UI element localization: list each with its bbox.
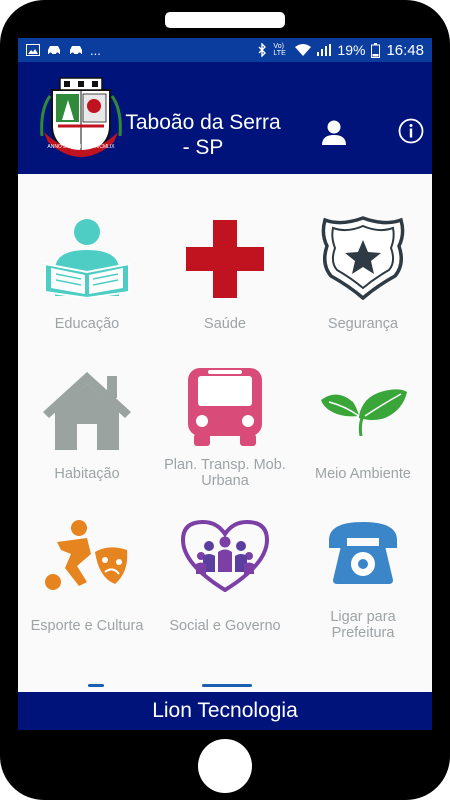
reading-person-icon bbox=[44, 219, 130, 298]
house-icon bbox=[43, 372, 131, 450]
more-notifications: ... bbox=[90, 42, 101, 58]
tile-habitacao[interactable]: Habitação bbox=[18, 354, 156, 504]
home-button[interactable] bbox=[198, 739, 252, 793]
app-header: ANNO DOMINI 1959 MCMLIX Taboão da Serra … bbox=[18, 62, 432, 174]
image-notification-icon bbox=[26, 44, 40, 56]
tile-label: Meio Ambiente bbox=[315, 466, 411, 482]
phone-speaker bbox=[165, 12, 285, 28]
notification-icons: ... bbox=[26, 43, 101, 58]
tile-label: Esporte e Cultura bbox=[30, 618, 144, 634]
battery-icon bbox=[371, 42, 381, 58]
info-icon[interactable] bbox=[398, 118, 424, 144]
tile-label-line1: Ligar para bbox=[330, 609, 396, 625]
user-profile-icon[interactable] bbox=[320, 118, 348, 146]
clock: 16:48 bbox=[386, 41, 424, 59]
car-notification-icon-2 bbox=[68, 44, 84, 56]
system-icons: Vo) LTE 19% 16:48 bbox=[258, 42, 424, 59]
tile-educacao[interactable]: Educação bbox=[18, 204, 156, 354]
red-cross-icon bbox=[186, 220, 264, 298]
tile-seguranca[interactable]: Segurança bbox=[294, 204, 432, 354]
signal-icon bbox=[317, 44, 332, 56]
phone-frame: ... Vo) LTE 19% 16:48 ANNO DOMINI 1959 M… bbox=[0, 0, 450, 800]
tile-ligar-prefeitura[interactable]: Ligar para Prefeitura bbox=[294, 506, 432, 656]
tile-label: Habitação bbox=[54, 466, 120, 482]
tile-esporte-cultura[interactable]: Esporte e Cultura bbox=[18, 506, 156, 656]
tile-transporte[interactable]: Plan. Transp. Mob. Urbana bbox=[156, 354, 294, 504]
network-type: Vo) LTE bbox=[273, 43, 286, 57]
footer-text: Lion Tecnologia bbox=[152, 699, 298, 722]
tile-label: Social e Governo bbox=[169, 618, 281, 634]
services-grid: Educação Saúde Segurança Habitação Plan.… bbox=[18, 174, 432, 692]
tile-social-governo[interactable]: Social e Governo bbox=[156, 506, 294, 656]
bus-icon bbox=[188, 368, 262, 446]
scroll-hint-left bbox=[88, 684, 104, 687]
car-notification-icon bbox=[46, 44, 62, 56]
family-heart-icon bbox=[180, 520, 270, 592]
police-badge-icon bbox=[321, 216, 405, 300]
app-title-line1: Taboão da Serra bbox=[125, 111, 281, 134]
bluetooth-icon bbox=[258, 43, 267, 57]
battery-percent: 19% bbox=[337, 42, 366, 58]
sport-culture-icon bbox=[45, 520, 128, 590]
app-screen: ... Vo) LTE 19% 16:48 ANNO DOMINI 1959 M… bbox=[18, 38, 432, 730]
scroll-hint-right bbox=[202, 684, 252, 687]
city-crest-logo: ANNO DOMINI 1959 MCMLIX bbox=[40, 77, 122, 158]
tile-label: Segurança bbox=[327, 316, 399, 332]
telephone-icon bbox=[329, 522, 397, 584]
tile-meio-ambiente[interactable]: Meio Ambiente bbox=[294, 354, 432, 504]
app-title-line2: - SP bbox=[182, 136, 224, 159]
tile-label: Educação bbox=[54, 316, 120, 332]
tile-label: Saúde bbox=[204, 316, 246, 332]
footer-brand: Lion Tecnologia bbox=[18, 692, 432, 730]
tile-label-line1: Plan. Transp. Mob. bbox=[164, 457, 286, 473]
tile-label-line2: Urbana bbox=[201, 473, 249, 489]
tile-label-line2: Prefeitura bbox=[331, 625, 395, 641]
wifi-icon bbox=[295, 44, 312, 56]
leaves-icon bbox=[321, 389, 407, 436]
status-bar: ... Vo) LTE 19% 16:48 bbox=[18, 38, 432, 62]
app-title: Taboão da Serra - SP bbox=[118, 110, 288, 160]
crest-motto: ANNO DOMINI 1959 MCMLIX bbox=[47, 144, 115, 150]
tile-saude[interactable]: Saúde bbox=[156, 204, 294, 354]
